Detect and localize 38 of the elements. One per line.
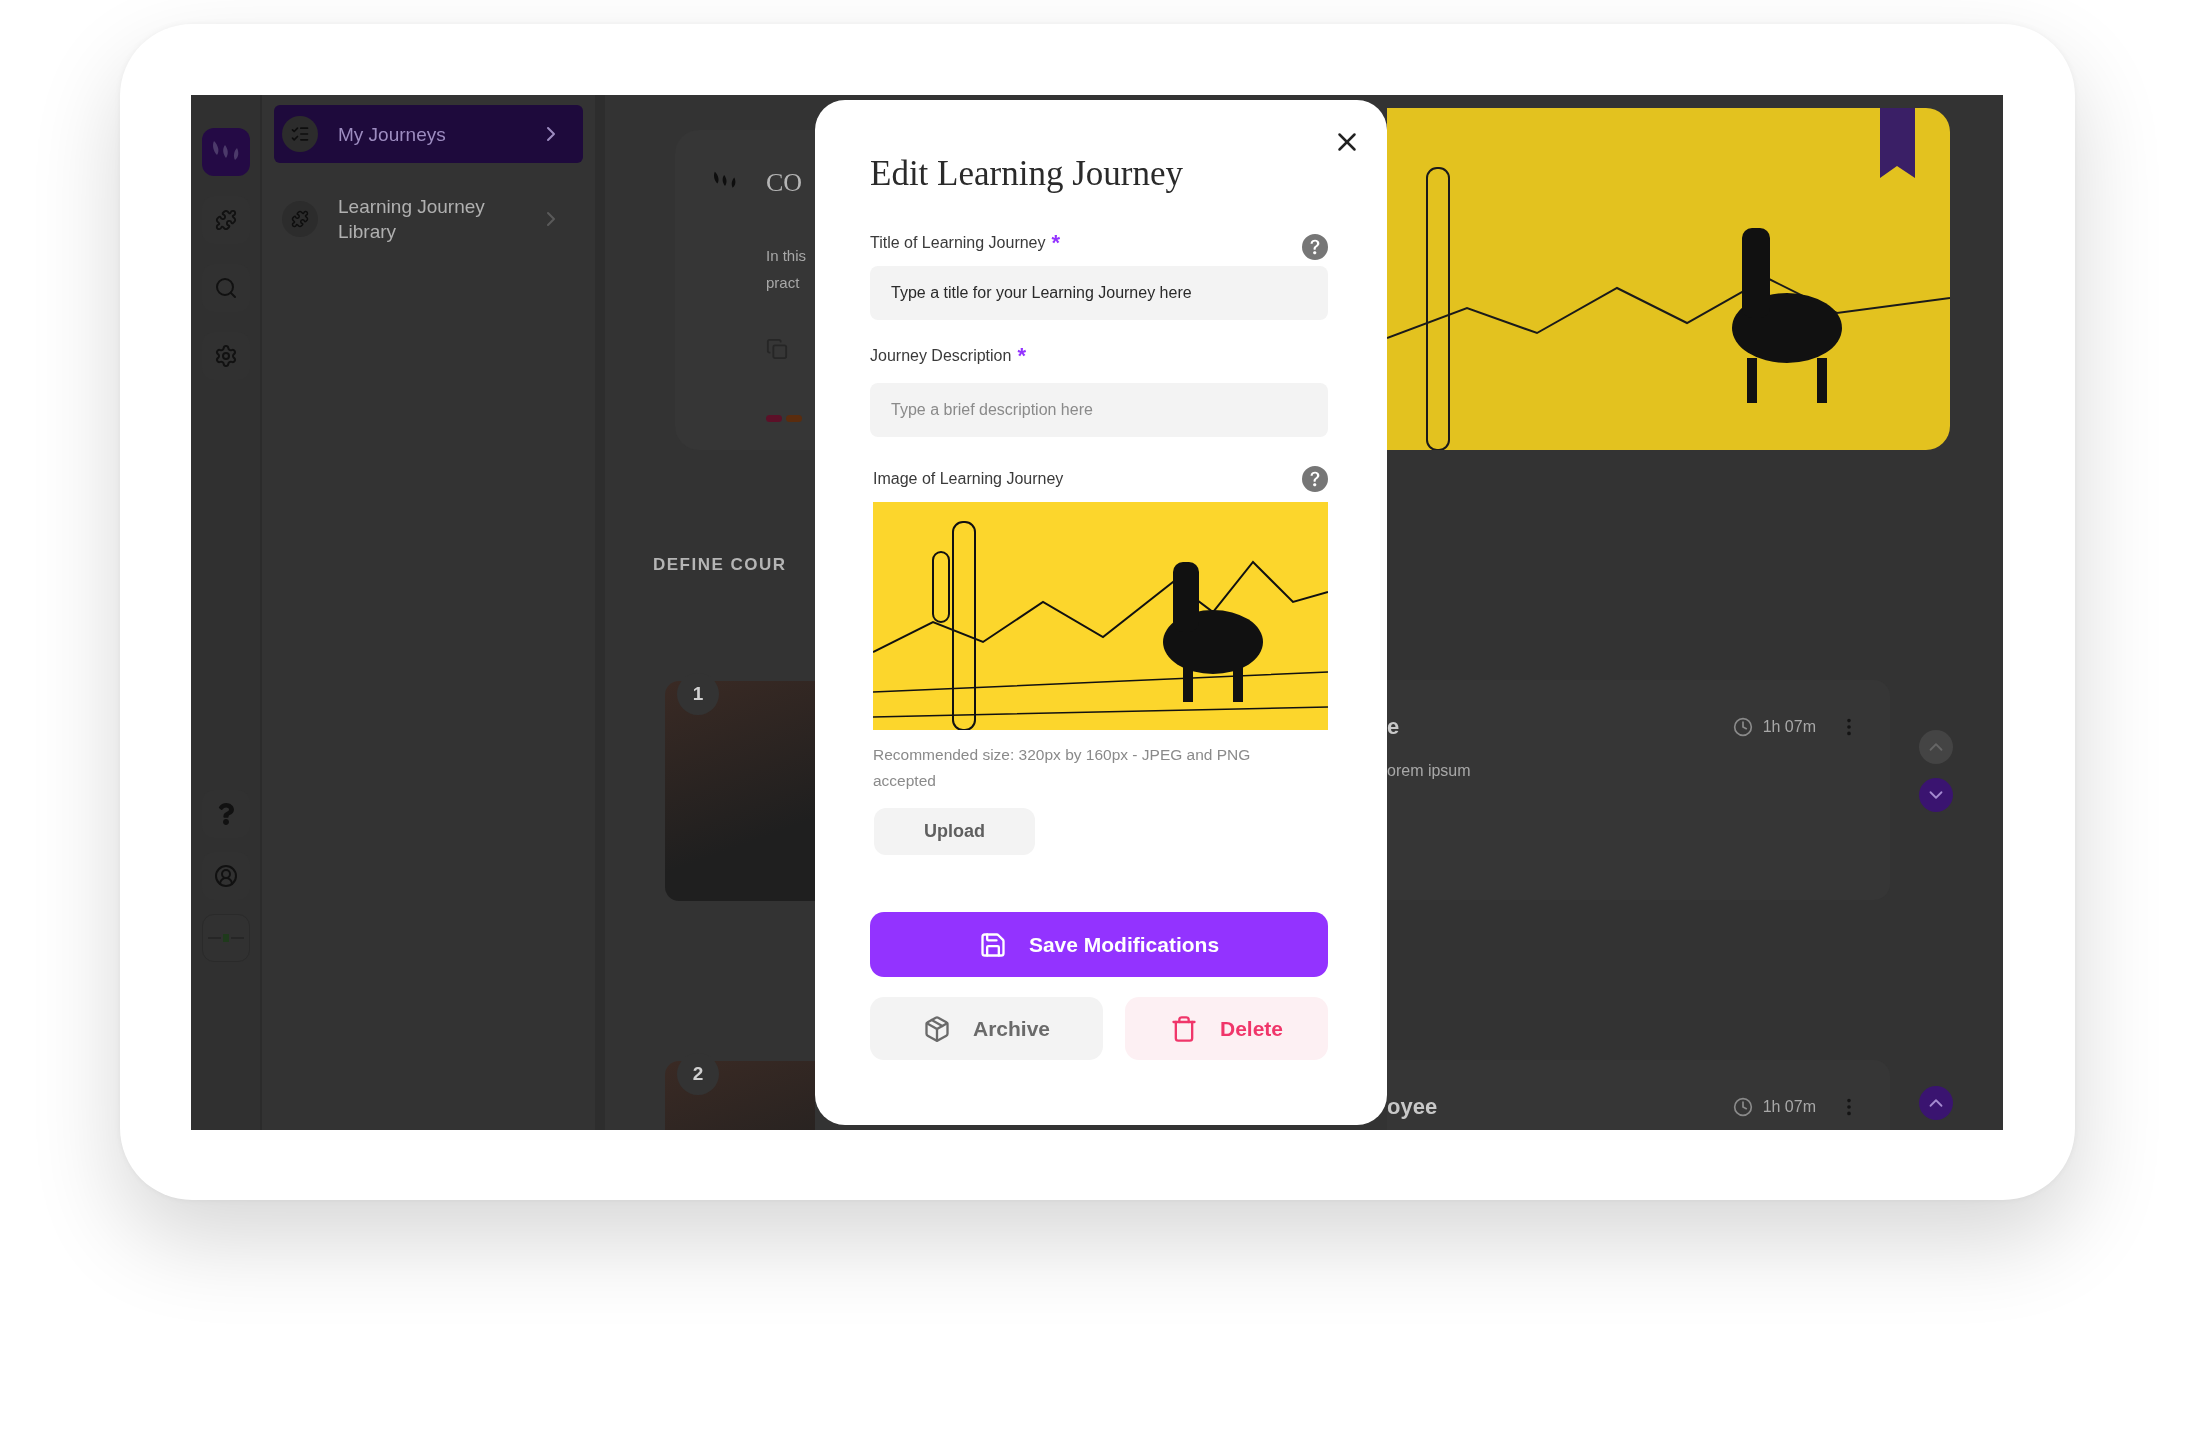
trash-icon	[1170, 1014, 1198, 1043]
module-title: oyee	[1387, 1094, 1439, 1120]
save-button[interactable]: Save Modifications	[870, 912, 1328, 977]
section-heading: DEFINE COUR	[653, 554, 788, 576]
text-field[interactable]: Type a title for your Learning Journey here	[870, 266, 1328, 320]
course-title: CO	[766, 167, 804, 199]
module-title: e	[1387, 714, 1401, 740]
clock-icon	[1732, 1097, 1753, 1117]
puzzle-icon	[291, 210, 309, 228]
field-label: Title of Learning Journey *	[870, 234, 1061, 257]
field-label: Journey Description *	[870, 347, 1026, 370]
module-description: orem ipsum	[1387, 762, 1472, 780]
settings-icon	[213, 344, 238, 368]
nav-item[interactable]: Learning Journey Library	[274, 190, 583, 248]
profile-icon	[213, 864, 238, 888]
move-down-button[interactable]	[1919, 778, 1953, 812]
move-up-button[interactable]	[1919, 1086, 1953, 1120]
image-size-hint: Recommended size: 320px by 160px - JPEG and PNG accepted	[873, 745, 1252, 791]
box-icon	[922, 1014, 951, 1043]
puzzle-icon	[214, 209, 237, 231]
dialog-title: Edit Learning Journey	[870, 153, 1184, 195]
module-duration: 1h 07m	[1762, 718, 1816, 736]
search-icon	[213, 276, 238, 300]
course-description: pract	[766, 272, 801, 293]
course-description: In this	[766, 245, 808, 266]
nav-item[interactable]: My Journeys	[274, 105, 583, 163]
help-icon[interactable]	[1302, 234, 1328, 260]
save-icon	[978, 930, 1007, 959]
delete-button[interactable]: Delete	[1125, 997, 1328, 1060]
clock-icon	[1732, 717, 1753, 737]
text-field[interactable]: Type a brief description here	[870, 383, 1328, 437]
module-duration: 1h 07m	[1762, 1098, 1816, 1116]
archive-button[interactable]: Archive	[870, 997, 1103, 1060]
checklist-icon	[290, 124, 310, 144]
logo-rail-button[interactable]	[201, 128, 250, 176]
upload-button[interactable]: Upload	[874, 808, 1035, 855]
field-label: Image of Learning Journey	[873, 470, 1064, 488]
help-icon[interactable]	[1302, 466, 1328, 492]
